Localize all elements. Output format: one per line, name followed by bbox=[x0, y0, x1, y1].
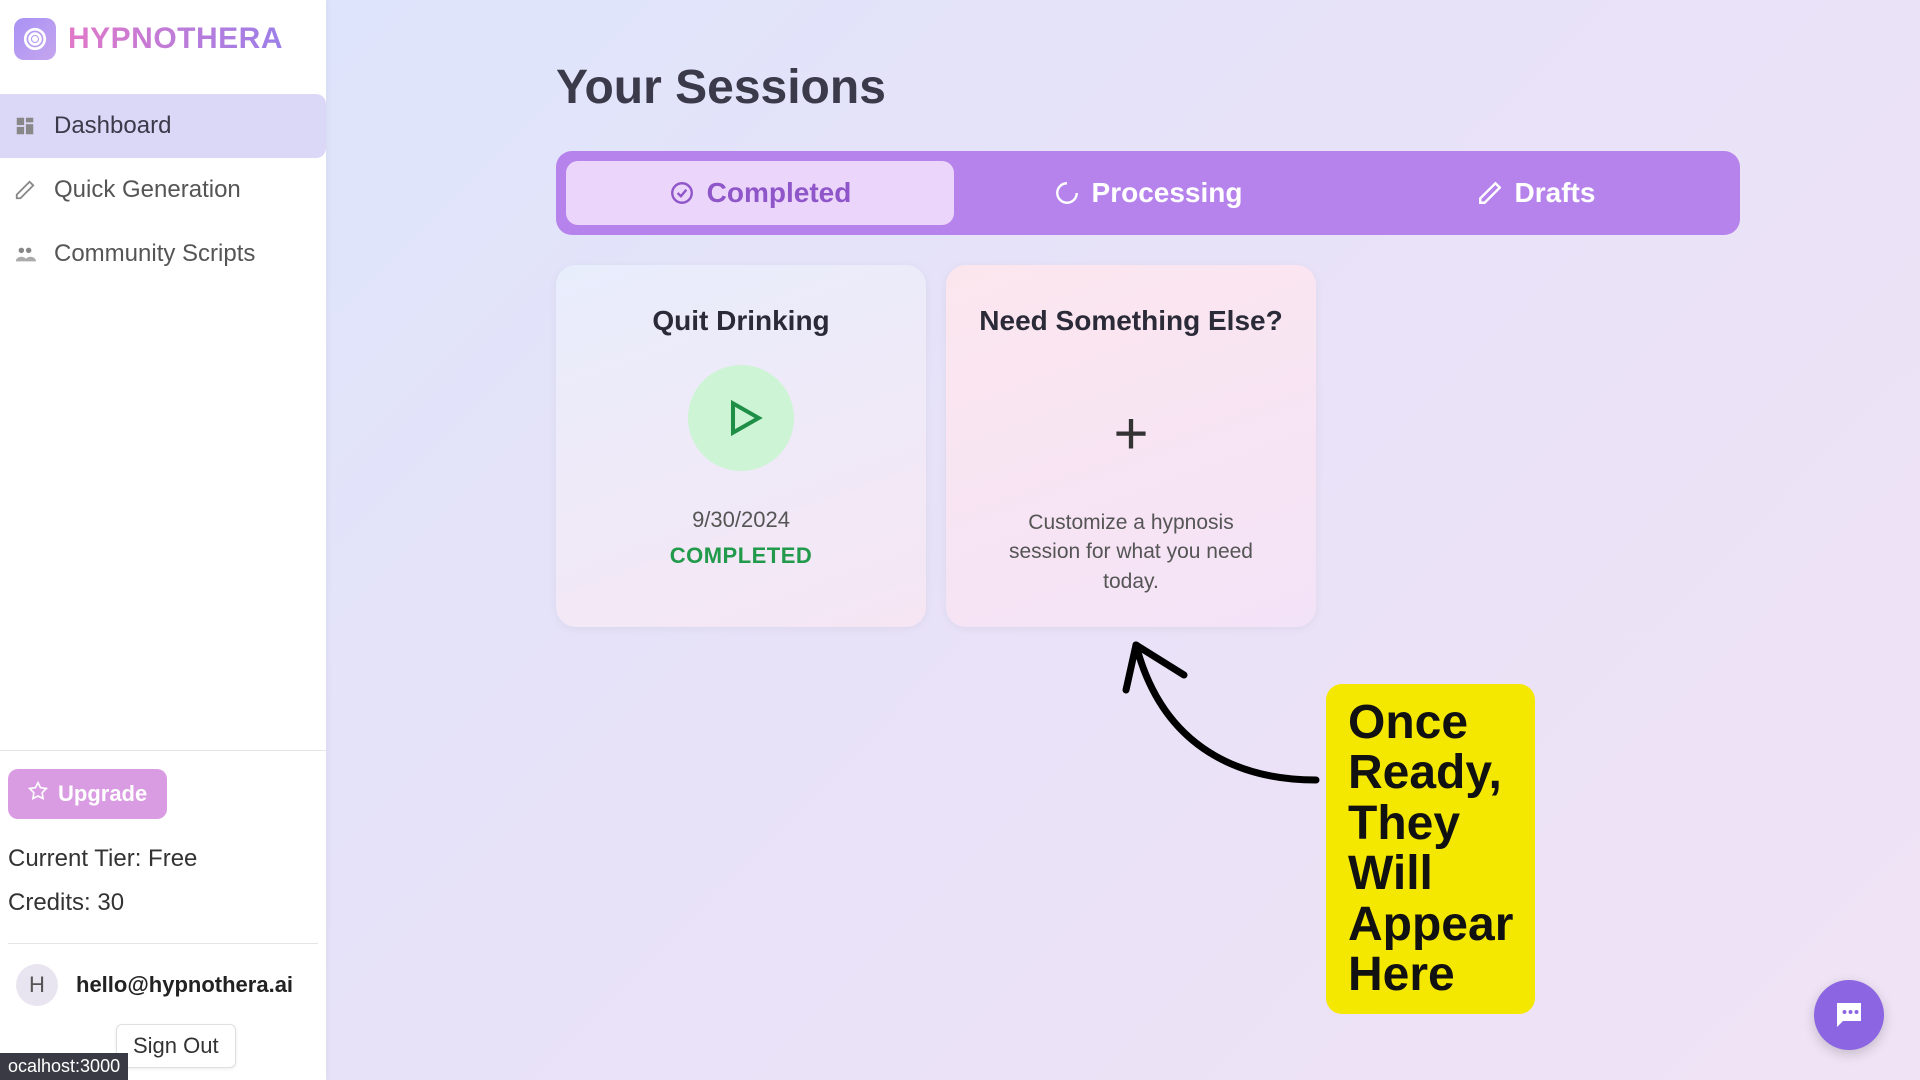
sidebar-item-label: Community Scripts bbox=[54, 240, 255, 268]
sidebar-footer: Upgrade Current Tier: Free Credits: 30 H… bbox=[0, 750, 326, 1080]
tabs: Completed Processing Drafts bbox=[556, 151, 1740, 235]
chat-button[interactable] bbox=[1814, 980, 1884, 1050]
sidebar-item-quick-generation[interactable]: Quick Generation bbox=[0, 158, 326, 222]
credits-label: Credits: 30 bbox=[8, 881, 318, 925]
upgrade-label: Upgrade bbox=[58, 781, 147, 807]
tier-label: Current Tier: Free bbox=[8, 837, 318, 881]
check-circle-icon bbox=[669, 180, 695, 206]
main-content: Your Sessions Completed Processing Draft… bbox=[326, 0, 1920, 1080]
account-email: hello@hypnothera.ai bbox=[76, 972, 293, 998]
arrow-icon bbox=[1116, 630, 1336, 810]
play-button[interactable] bbox=[688, 365, 794, 471]
people-icon bbox=[14, 243, 36, 265]
tab-label: Drafts bbox=[1515, 177, 1596, 209]
logo-icon bbox=[14, 18, 56, 60]
tab-drafts[interactable]: Drafts bbox=[1342, 161, 1730, 225]
new-card-title: Need Something Else? bbox=[979, 305, 1282, 337]
tab-completed[interactable]: Completed bbox=[566, 161, 954, 225]
chat-icon bbox=[1831, 997, 1867, 1033]
sidebar-item-dashboard[interactable]: Dashboard bbox=[0, 94, 326, 158]
tab-processing[interactable]: Processing bbox=[954, 161, 1342, 225]
upgrade-button[interactable]: Upgrade bbox=[8, 769, 167, 819]
pencil-icon bbox=[14, 179, 36, 201]
session-title: Quit Drinking bbox=[652, 305, 829, 337]
account-row[interactable]: H hello@hypnothera.ai bbox=[16, 964, 310, 1006]
session-date: 9/30/2024 bbox=[692, 507, 790, 533]
pencil-icon bbox=[1477, 180, 1503, 206]
dashboard-icon bbox=[14, 115, 36, 137]
sidebar-item-label: Dashboard bbox=[54, 112, 171, 140]
session-card[interactable]: Quit Drinking 9/30/2024 COMPLETED bbox=[556, 265, 926, 627]
session-status: COMPLETED bbox=[670, 543, 813, 569]
signout-button[interactable]: Sign Out bbox=[116, 1024, 236, 1068]
tab-label: Completed bbox=[707, 177, 852, 209]
annotation-label: Once Ready, They Will Appear Here bbox=[1326, 684, 1535, 1014]
session-cards: Quit Drinking 9/30/2024 COMPLETED Need S… bbox=[556, 265, 1740, 627]
plus-icon: + bbox=[1113, 399, 1148, 468]
logo[interactable]: HYPNOTHERA bbox=[0, 0, 326, 84]
page-title: Your Sessions bbox=[556, 60, 1740, 115]
sidebar-item-label: Quick Generation bbox=[54, 176, 241, 204]
status-bar: ocalhost:3000 bbox=[0, 1053, 128, 1080]
play-icon bbox=[722, 396, 766, 440]
tab-label: Processing bbox=[1092, 177, 1243, 209]
sidebar-item-community-scripts[interactable]: Community Scripts bbox=[0, 222, 326, 286]
new-session-card[interactable]: Need Something Else? + Customize a hypno… bbox=[946, 265, 1316, 627]
sidebar-nav: Dashboard Quick Generation Community Scr… bbox=[0, 84, 326, 286]
logo-text: HYPNOTHERA bbox=[68, 22, 283, 56]
avatar: H bbox=[16, 964, 58, 1006]
new-card-description: Customize a hypnosis session for what yo… bbox=[991, 508, 1271, 596]
star-icon bbox=[28, 781, 48, 807]
sidebar: HYPNOTHERA Dashboard Quick Generation Co… bbox=[0, 0, 326, 1080]
spinner-icon bbox=[1054, 180, 1080, 206]
